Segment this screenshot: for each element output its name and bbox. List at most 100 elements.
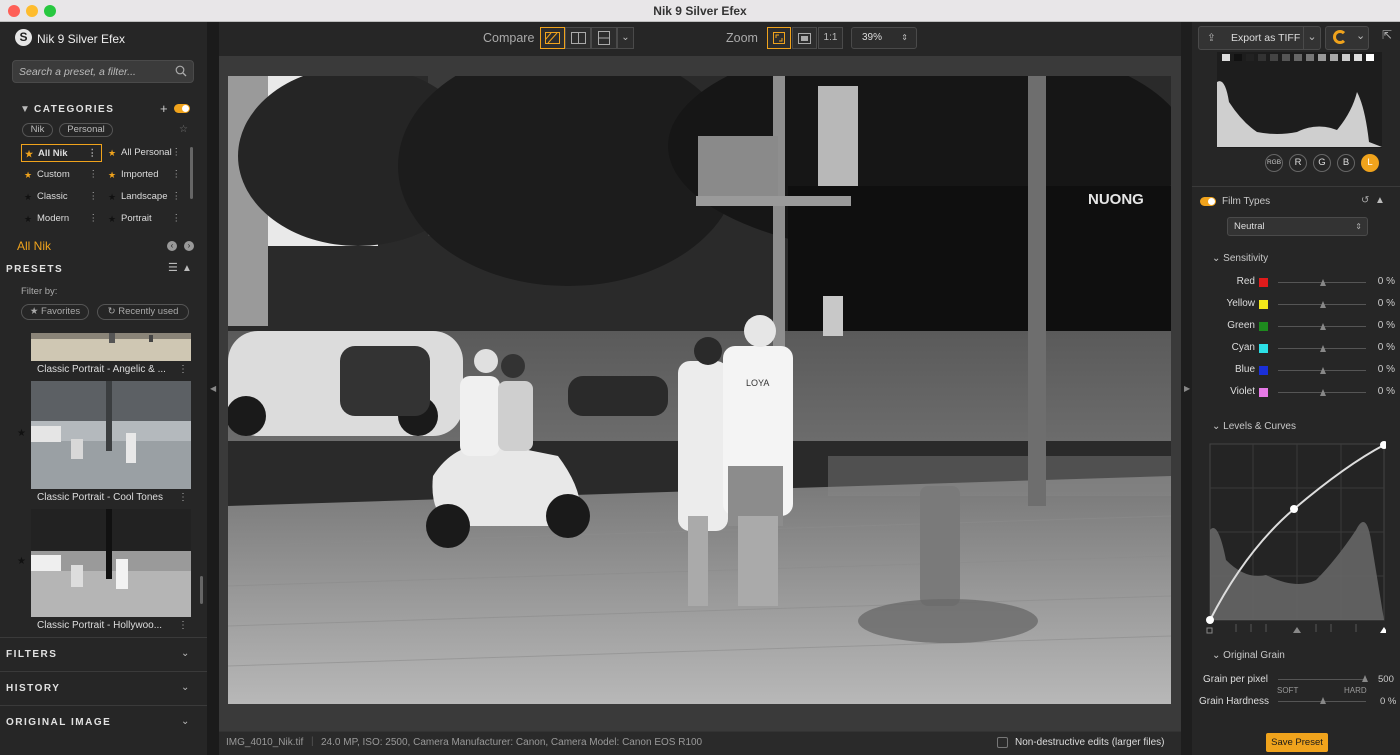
preset-item[interactable]: Classic Portrait - Cool Tones ⋮ <box>37 492 191 503</box>
curve-point[interactable] <box>1206 616 1214 624</box>
more-icon[interactable]: ⋮ <box>89 188 99 206</box>
category-custom[interactable]: ★ Custom ⋮ <box>21 166 102 184</box>
curves-editor[interactable] <box>1206 440 1386 635</box>
presets-scrollbar[interactable] <box>200 576 203 604</box>
grain-per-pixel-slider[interactable] <box>1278 675 1368 682</box>
select-arrows-icon: ⇕ <box>1355 222 1362 231</box>
channel-rgb-button[interactable]: RGB <box>1265 154 1283 172</box>
channel-r-button[interactable]: R <box>1289 154 1307 172</box>
fill-screen-icon <box>798 33 811 44</box>
presets-collapse-icon[interactable]: ▲ <box>182 263 192 274</box>
compare-toggle-button[interactable]: ⌄ <box>1325 26 1369 50</box>
search-input[interactable]: Search a preset, a filter... <box>12 60 194 83</box>
collapse-left-icon[interactable]: ◀ <box>210 384 216 393</box>
more-icon[interactable]: ⋮ <box>172 188 182 206</box>
original-image-section-title[interactable]: ORIGINAL IMAGE <box>6 717 111 728</box>
grain-per-pixel-label: Grain per pixel <box>1203 674 1269 685</box>
compare-side-by-side-button[interactable] <box>565 27 591 49</box>
category-landscape[interactable]: ★ Landscape ⋮ <box>105 188 185 206</box>
category-modern[interactable]: ★ Modern ⋮ <box>21 210 102 228</box>
recently-used-filter-button[interactable]: ↻ Recently used <box>97 304 189 320</box>
star-icon: ★ <box>24 214 33 224</box>
status-bar: IMG_4010_Nik.tif | 24.0 MP, ISO: 2500, C… <box>219 731 1181 755</box>
star-icon: ★ <box>108 214 117 224</box>
red-slider[interactable]: Red 0 % <box>1200 276 1395 290</box>
collapse-panel-icon[interactable]: ⇱ <box>1382 28 1392 42</box>
favorite-star-icon[interactable]: ☆ <box>179 124 188 135</box>
reset-icon[interactable]: ↺ <box>1361 195 1369 206</box>
channel-g-button[interactable]: G <box>1313 154 1331 172</box>
more-icon[interactable]: ⋮ <box>89 166 99 184</box>
category-all-nik[interactable]: ★ All Nik ⋮ <box>21 144 102 162</box>
zoom-fit-button[interactable] <box>767 27 791 49</box>
filters-expand-icon[interactable]: ⌄ <box>181 648 189 659</box>
left-panel-collapse-strip[interactable]: ◀ <box>207 22 219 755</box>
more-icon[interactable]: ⋮ <box>172 144 182 162</box>
nondestructive-checkbox[interactable] <box>997 737 1008 748</box>
add-category-icon[interactable]: + <box>160 101 168 116</box>
yellow-slider[interactable]: Yellow 0 % <box>1200 298 1395 312</box>
categories-toggle[interactable] <box>174 104 190 113</box>
save-preset-button[interactable]: Save Preset <box>1266 733 1328 752</box>
channel-l-button[interactable]: L <box>1361 154 1379 172</box>
history-section-title[interactable]: HISTORY <box>6 683 60 694</box>
list-view-icon[interactable]: ☰ <box>168 261 178 274</box>
stepper-icon[interactable]: ⇕ <box>901 28 908 48</box>
compare-mode-dropdown[interactable]: ⌄ <box>617 27 634 49</box>
more-icon[interactable]: ⋮ <box>178 364 188 375</box>
preset-thumbnail[interactable] <box>31 333 191 361</box>
export-format-dropdown[interactable]: ⌄ <box>1303 26 1320 50</box>
next-group-icon[interactable]: › <box>184 241 194 251</box>
more-icon[interactable]: ⋮ <box>89 210 99 228</box>
blue-slider[interactable]: Blue 0 % <box>1200 364 1395 378</box>
violet-swatch <box>1259 388 1268 397</box>
more-icon[interactable]: ⋮ <box>178 492 188 503</box>
category-imported[interactable]: ★ Imported ⋮ <box>105 166 185 184</box>
film-type-select[interactable]: Neutral ⇕ <box>1227 217 1368 236</box>
category-all-personal[interactable]: ★ All Personal ⋮ <box>105 144 185 162</box>
film-types-toggle[interactable] <box>1200 197 1216 206</box>
compare-stacked-button[interactable] <box>591 27 617 49</box>
right-panel-collapse-strip[interactable]: ▶ <box>1181 22 1192 755</box>
tab-personal[interactable]: Personal <box>59 123 113 137</box>
original-image-expand-icon[interactable]: ⌄ <box>181 716 189 727</box>
grain-hardness-slider[interactable] <box>1278 697 1366 704</box>
preset-item[interactable]: Classic Portrait - Angelic & ... ⋮ <box>37 364 191 375</box>
cyan-swatch <box>1259 344 1268 353</box>
channel-b-button[interactable]: B <box>1337 154 1355 172</box>
sensitivity-title[interactable]: ⌄ Sensitivity <box>1212 253 1268 264</box>
preview-image[interactable]: NUONG LOYA <box>228 76 1171 704</box>
tab-nik[interactable]: Nik <box>22 123 53 137</box>
film-types-collapse-icon[interactable]: ▲ <box>1375 195 1385 206</box>
levels-curves-title[interactable]: ⌄ Levels & Curves <box>1212 421 1296 432</box>
favorites-filter-button[interactable]: ★ Favorites <box>21 304 89 320</box>
favorite-star-icon[interactable]: ★ <box>17 428 26 439</box>
categories-collapse-icon[interactable]: ▼ <box>20 104 30 115</box>
more-icon[interactable]: ⋮ <box>88 145 98 163</box>
zoom-fill-button[interactable] <box>792 27 817 49</box>
green-slider[interactable]: Green 0 % <box>1200 320 1395 334</box>
history-expand-icon[interactable]: ⌄ <box>181 682 189 693</box>
prev-group-icon[interactable]: ‹ <box>167 241 177 251</box>
violet-slider[interactable]: Violet 0 % <box>1200 386 1395 400</box>
collapse-right-icon[interactable]: ▶ <box>1184 384 1190 393</box>
preset-item[interactable]: Classic Portrait - Hollywoo... ⋮ <box>37 620 191 631</box>
window-title: Nik 9 Silver Efex <box>653 4 747 18</box>
more-icon[interactable]: ⋮ <box>172 210 182 228</box>
preset-thumbnail[interactable] <box>31 509 191 617</box>
search-icon[interactable] <box>175 65 187 77</box>
original-grain-title[interactable]: ⌄ Original Grain <box>1212 650 1285 661</box>
categories-scrollbar[interactable] <box>190 147 193 199</box>
preset-thumbnail[interactable] <box>31 381 191 489</box>
more-icon[interactable]: ⋮ <box>178 620 188 631</box>
zoom-level-stepper[interactable]: 39% ⇕ <box>851 27 917 49</box>
category-portrait[interactable]: ★ Portrait ⋮ <box>105 210 185 228</box>
filters-section-title[interactable]: FILTERS <box>6 649 57 660</box>
more-icon[interactable]: ⋮ <box>172 166 182 184</box>
category-classic[interactable]: ★ Classic ⋮ <box>21 188 102 206</box>
curve-point[interactable] <box>1290 505 1298 513</box>
compare-split-button[interactable] <box>540 27 565 49</box>
cyan-slider[interactable]: Cyan 0 % <box>1200 342 1395 356</box>
zoom-1to1-button[interactable]: 1:1 <box>818 27 843 49</box>
favorite-star-icon[interactable]: ★ <box>17 556 26 567</box>
